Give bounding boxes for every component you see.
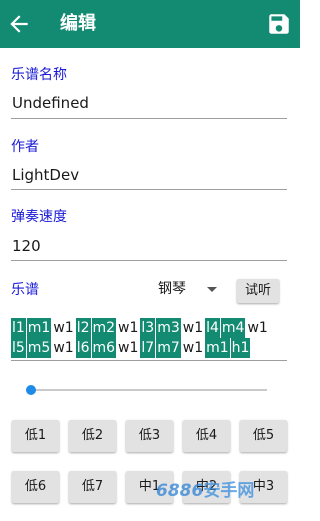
score-name-field[interactable]: Undefined bbox=[12, 93, 89, 113]
score-underline bbox=[11, 360, 287, 361]
score-note-highlighted: l6 bbox=[75, 338, 91, 358]
author-label: 作者 bbox=[11, 139, 39, 155]
score-note: w1 bbox=[118, 320, 139, 336]
score-editor[interactable]: l1 m1 w1 l2 m2 w1 l3 m3 w1 l4 m4 w1 l5 m5 w1 l6 m6 w1 l7 m7… bbox=[11, 318, 287, 358]
score-note-highlighted: l1 bbox=[11, 318, 26, 338]
author-underline bbox=[11, 189, 287, 190]
speed-slider-track[interactable] bbox=[32, 389, 267, 391]
score-row: l1 m1 w1 l2 m2 w1 l3 m3 w1 l4 m4 w1 bbox=[11, 318, 287, 338]
back-arrow-icon[interactable] bbox=[6, 11, 32, 37]
score-note-highlighted: l4 bbox=[205, 318, 220, 338]
page-title: 编辑 bbox=[60, 13, 96, 34]
score-note-highlighted: m4 bbox=[220, 318, 246, 338]
score-label: 乐谱 bbox=[11, 282, 39, 298]
score-note-highlighted: m5 bbox=[26, 338, 52, 358]
author-field[interactable]: LightDev bbox=[12, 165, 79, 185]
score-note-highlighted: m1 bbox=[205, 338, 230, 358]
watermark-number: 6886 bbox=[156, 481, 204, 501]
score-name-label: 乐谱名称 bbox=[11, 67, 67, 83]
speed-underline bbox=[11, 260, 287, 261]
note-button-1[interactable]: 低6 bbox=[12, 471, 59, 503]
score-note-highlighted: m6 bbox=[91, 338, 117, 358]
score-note-highlighted: l7 bbox=[140, 338, 156, 358]
score-note: w1 bbox=[182, 340, 204, 356]
app-bar: 编辑 bbox=[0, 0, 300, 48]
score-note-highlighted: m2 bbox=[91, 318, 117, 338]
score-note: w1 bbox=[182, 320, 204, 336]
note-button-2[interactable]: 低7 bbox=[69, 471, 116, 503]
note-button-3[interactable]: 低3 bbox=[126, 420, 173, 452]
note-button-2[interactable]: 低2 bbox=[69, 420, 116, 452]
score-row: l5 m5 w1 l6 m6 w1 l7 m7 w1 m1 h1 bbox=[11, 338, 287, 358]
speed-slider-thumb[interactable] bbox=[26, 385, 36, 395]
score-note-highlighted: m3 bbox=[156, 318, 181, 338]
note-button-4[interactable]: 低4 bbox=[183, 420, 230, 452]
score-note: w1 bbox=[53, 340, 74, 356]
speed-label: 弹奏速度 bbox=[11, 209, 67, 225]
score-note-highlighted: l5 bbox=[11, 338, 26, 358]
score-note: w1 bbox=[247, 320, 268, 336]
note-button-1[interactable]: 低1 bbox=[12, 420, 59, 452]
score-note: w1 bbox=[118, 340, 139, 356]
try-listen-button[interactable]: 试听 bbox=[237, 279, 279, 303]
score-note-highlighted: m7 bbox=[156, 338, 181, 358]
watermark-text: 安手网 bbox=[203, 481, 255, 501]
watermark: 6886安手网 bbox=[156, 476, 254, 501]
score-note-highlighted: l2 bbox=[75, 318, 91, 338]
score-name-underline bbox=[11, 118, 287, 119]
dropdown-arrow-icon[interactable] bbox=[207, 287, 217, 292]
save-icon[interactable] bbox=[266, 11, 292, 37]
score-note-highlighted: l3 bbox=[140, 318, 156, 338]
score-note-highlighted: h1 bbox=[230, 338, 251, 358]
instrument-select[interactable]: 钢琴 bbox=[158, 280, 186, 298]
speed-field[interactable]: 120 bbox=[12, 236, 41, 256]
score-note-highlighted: m1 bbox=[26, 318, 52, 338]
score-note: w1 bbox=[53, 320, 74, 336]
note-button-5[interactable]: 低5 bbox=[240, 420, 287, 452]
